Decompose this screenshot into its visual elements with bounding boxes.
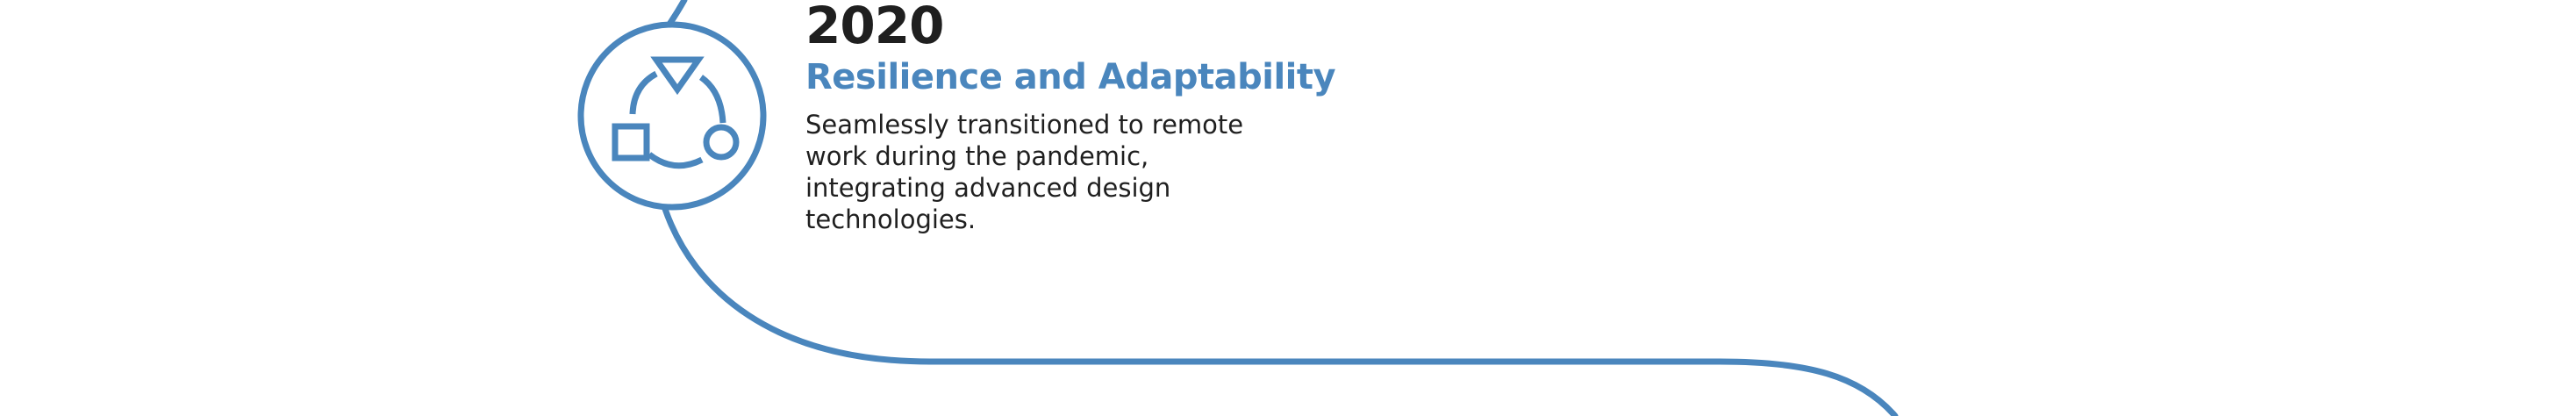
milestone-node-circle (577, 21, 767, 211)
timeline-connector-top (667, 0, 688, 26)
milestone-year: 2020 (805, 0, 944, 55)
milestone-title: Resilience and Adaptability (805, 57, 1336, 97)
milestone-description: Seamlessly transitioned to remote work d… (805, 110, 1244, 234)
milestone-node (577, 21, 767, 211)
timeline-connector-bottom (662, 205, 1899, 416)
milestone-entry: 2020 Resilience and Adaptability Seamles… (805, 0, 1437, 235)
